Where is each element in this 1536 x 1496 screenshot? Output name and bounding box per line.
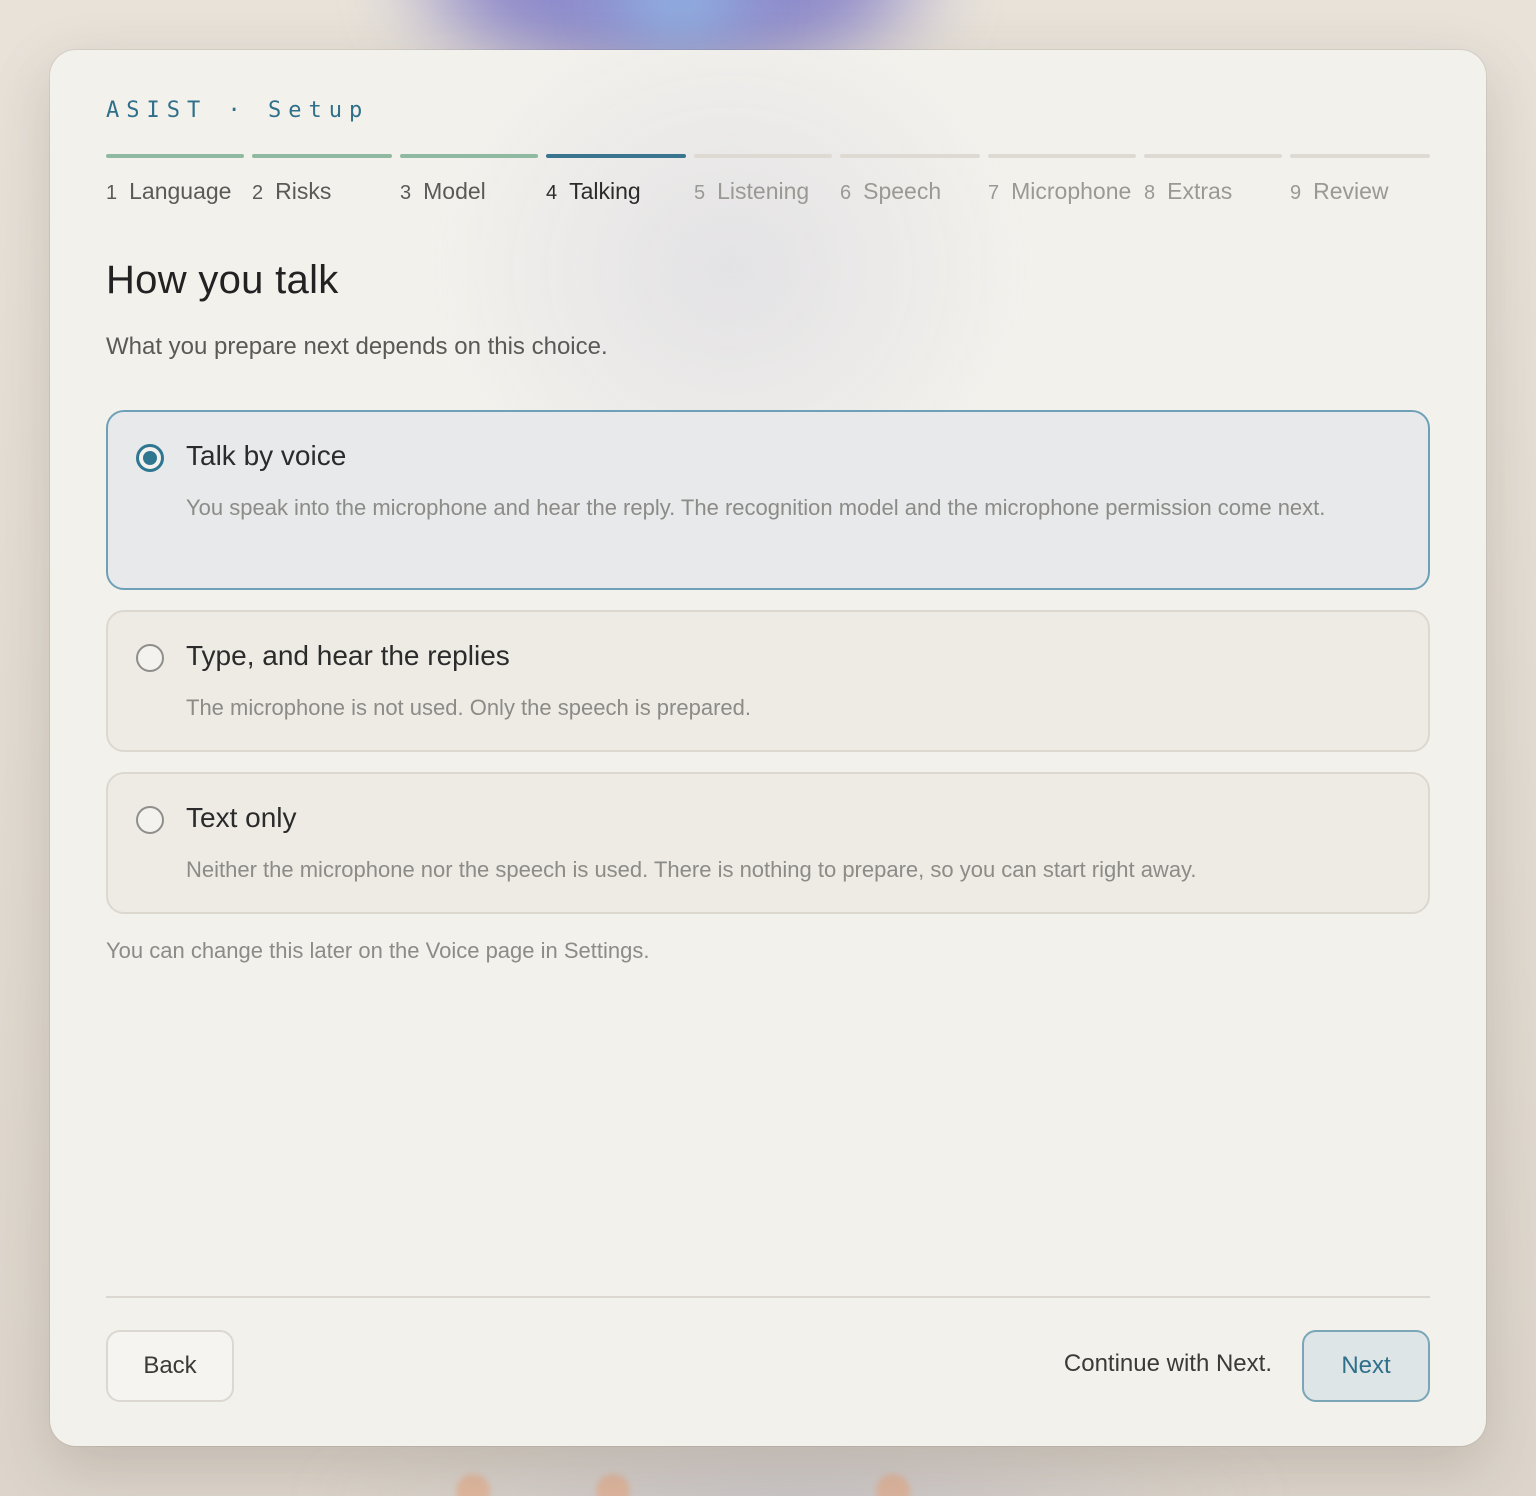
setup-dialog: ASIST · Setup 1 Language 2 Risks 3 Model 4T… [50,50,1486,1446]
step-number: 6 [840,182,852,204]
step-name: Speech [863,178,942,204]
step-model[interactable]: 3 Model [400,154,538,214]
step-number: 4 [546,182,558,204]
step-progress-bar [400,154,538,158]
dock-blur [300,1440,1280,1496]
radio-unselected-icon[interactable] [136,806,164,834]
step-number: 1 [106,182,118,204]
step-speech: 6 Speech [840,154,980,214]
setup-stepper: 1 Language 2 Risks 3 Model 4 Talking 5 Listen… [106,154,1430,214]
step-number: 2 [252,182,264,204]
radio-selected-icon[interactable] [136,444,164,472]
footer-divider [106,1296,1430,1298]
step-progress-bar [840,154,980,158]
dialog-content: ASIST · Setup 1 Language 2 Risks 3 Model 4T… [106,50,1430,1446]
step-name: Risks [275,178,332,204]
settings-hint: You can change this later on the Voice p… [106,938,650,963]
step-name: Review [1313,178,1389,204]
step-name: Listening [717,178,810,204]
step-progress-bar [1290,154,1430,158]
option-title: Type, and hear the replies [186,640,510,671]
option-text-only[interactable]: Text only Neither the microphone nor the… [106,772,1430,914]
next-button[interactable]: Next [1302,1330,1430,1402]
step-review: 9 Review [1290,154,1430,214]
step-number: 7 [988,182,1000,204]
step-label: 8 Extras [1144,178,1282,205]
step-progress-bar [106,154,244,158]
continue-hint: Continue with Next. [1063,1350,1272,1377]
step-label: 6 Speech [840,178,980,205]
step-label: 7 Microphone [988,178,1136,205]
step-label: 5 Listening [694,178,832,205]
step-risks[interactable]: 2 Risks [252,154,392,214]
step-number: 8 [1144,182,1156,204]
page-subtitle: What you prepare next depends on this ch… [106,333,608,360]
step-number: 5 [694,182,706,204]
option-description: The microphone is not used. Only the spe… [186,695,751,720]
step-name: Language [129,178,232,204]
step-progress-bar [988,154,1136,158]
option-title: Text only [186,802,297,833]
back-button[interactable]: Back [106,1330,234,1402]
step-label: 9 Review [1290,178,1430,205]
step-progress-bar [694,154,832,158]
step-name: Model [423,178,486,204]
step-label: 3 Model [400,178,538,205]
option-description: Neither the microphone nor the speech is… [186,857,1197,882]
step-talking[interactable]: 4 Talking [546,154,686,214]
page-title: How you talk [106,258,339,302]
step-extras: 8 Extras [1144,154,1282,214]
option-talk-by-voice[interactable]: Talk by voice You speak into the microph… [106,410,1430,590]
step-name: Extras [1167,178,1233,204]
radio-unselected-icon[interactable] [136,644,164,672]
app-brand: ASIST · Setup [106,98,370,123]
step-label: 4 Talking [546,178,686,205]
step-label: 2 Risks [252,178,392,205]
step-number: 9 [1290,182,1302,204]
step-label: 1 Language [106,178,244,205]
step-microphone: 7 Microphone [988,154,1136,214]
step-name: Talking [569,178,641,204]
step-progress-bar [546,154,686,158]
option-description: You speak into the microphone and hear t… [186,495,1326,520]
step-progress-bar [1144,154,1282,158]
step-number: 3 [400,182,412,204]
option-type-and-hear[interactable]: Type, and hear the replies The microphon… [106,610,1430,752]
step-language[interactable]: 1 Language [106,154,244,214]
step-listening: 5 Listening [694,154,832,214]
step-progress-bar [252,154,392,158]
step-name: Microphone [1011,178,1132,204]
option-title: Talk by voice [186,440,347,471]
